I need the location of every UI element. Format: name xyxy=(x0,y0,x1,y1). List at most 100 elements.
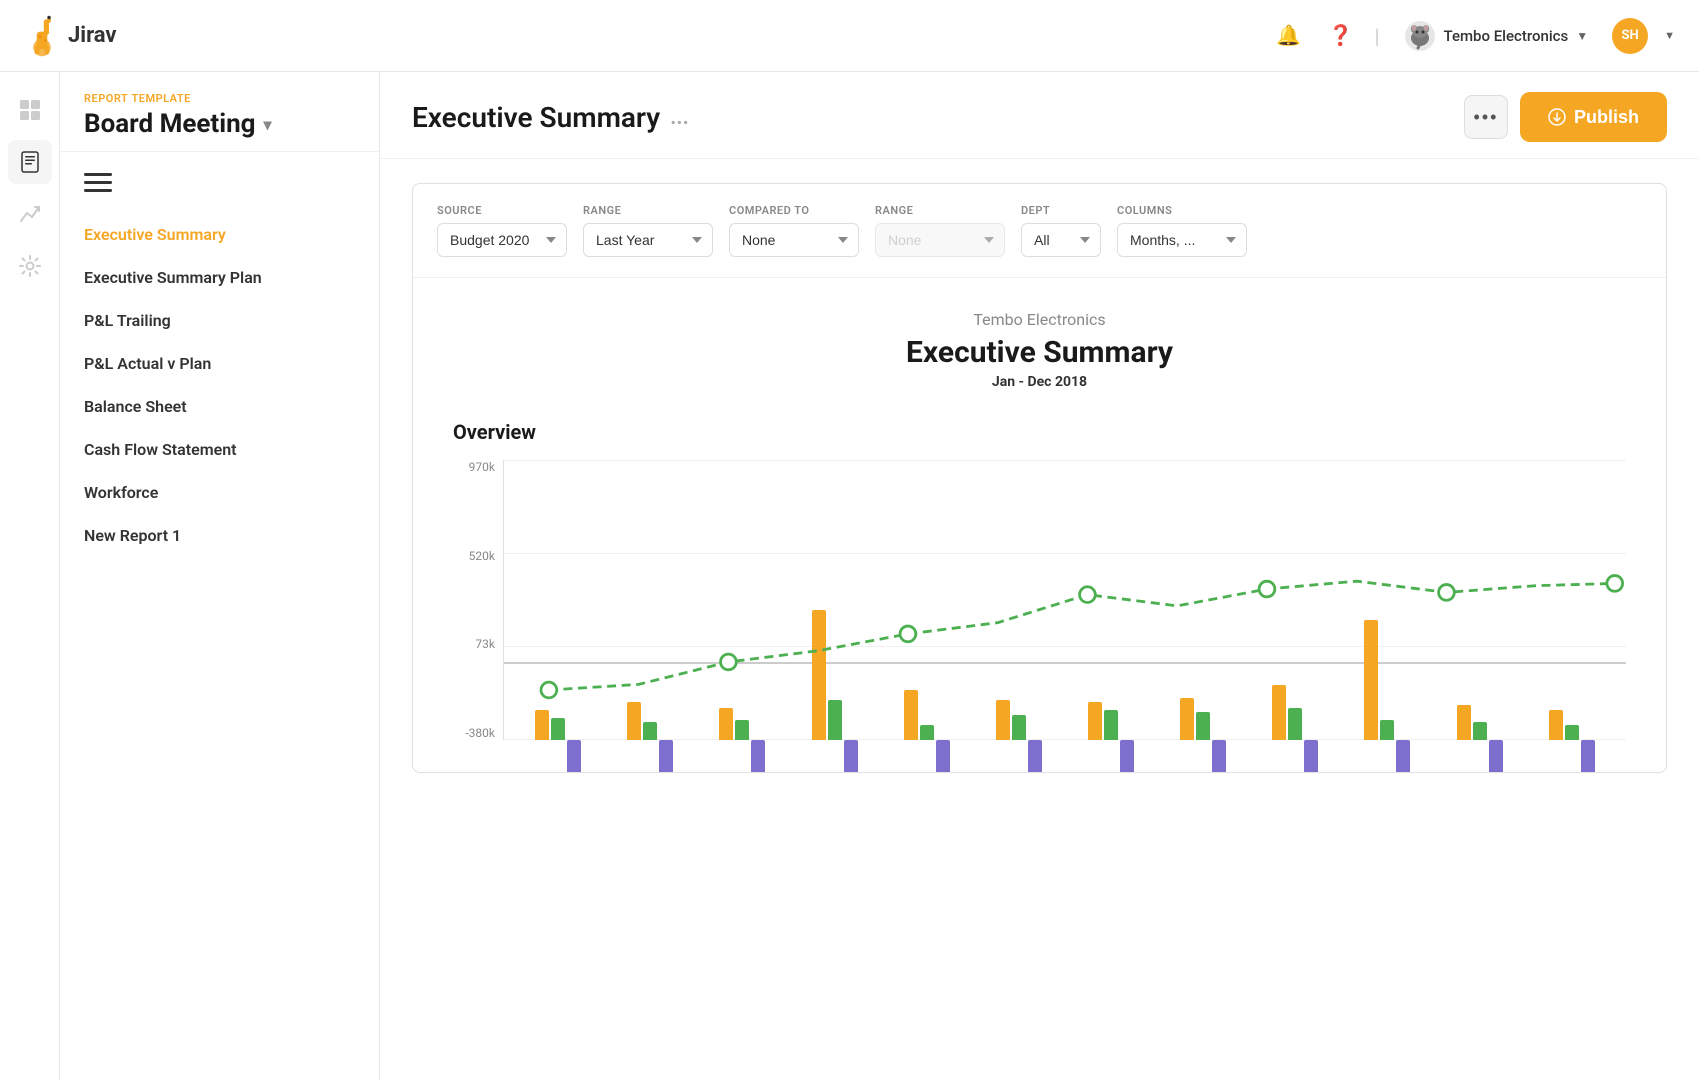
y-label-mid1: 520k xyxy=(469,549,495,563)
bar-group-11 xyxy=(1457,692,1503,740)
content-area: Executive Summary ... ••• Publish xyxy=(380,72,1699,1080)
bar-group-5 xyxy=(904,685,950,740)
source-label: SOURCE xyxy=(437,204,567,217)
header-actions: ••• Publish xyxy=(1464,92,1667,142)
bar-purple-2 xyxy=(659,740,673,773)
bar-orange-2 xyxy=(627,702,641,740)
columns-select[interactable]: Months, ... xyxy=(1117,223,1247,257)
app-logo[interactable]: Jirav xyxy=(24,14,117,58)
range-label: RANGE xyxy=(583,204,713,217)
reports-icon xyxy=(19,151,41,173)
bar-orange-1 xyxy=(535,710,549,740)
filter-bar: SOURCE Budget 2020 RANGE Last Year COMPA… xyxy=(413,184,1666,278)
bar-group-4 xyxy=(812,610,858,740)
publish-button[interactable]: Publish xyxy=(1520,92,1667,142)
nav-item-2[interactable]: P&L Trailing xyxy=(60,299,379,342)
bar-orange-9 xyxy=(1272,685,1286,740)
board-meeting-title: Board Meeting ▾ xyxy=(84,109,355,139)
sidebar-dashboard-button[interactable] xyxy=(8,88,52,132)
bar-orange-12 xyxy=(1549,710,1563,740)
columns-filter-group: COLUMNS Months, ... xyxy=(1117,204,1247,257)
dept-label: DEPT xyxy=(1021,204,1101,217)
bar-orange-10 xyxy=(1364,620,1378,740)
company-chevron-icon: ▼ xyxy=(1576,29,1588,43)
page-title: Executive Summary ... xyxy=(412,101,689,134)
nav-item-6[interactable]: Workforce xyxy=(60,471,379,514)
range-select[interactable]: Last Year xyxy=(583,223,713,257)
bar-green-5 xyxy=(920,725,934,740)
bar-orange-6 xyxy=(996,700,1010,740)
elephant-icon xyxy=(1404,20,1436,52)
help-button[interactable]: ❓ xyxy=(1323,18,1359,54)
bar-orange-4 xyxy=(812,610,826,740)
y-label-bottom: -380k xyxy=(465,726,495,740)
compared-to-filter-group: COMPARED TO None xyxy=(729,204,859,257)
range-filter-group: RANGE Last Year xyxy=(583,204,713,257)
company-selector[interactable]: Tembo Electronics ▼ xyxy=(1396,16,1597,56)
chart-area: Tembo Electronics Executive Summary Jan … xyxy=(413,278,1666,772)
bar-group-12 xyxy=(1549,696,1595,740)
sidebar-reports-button[interactable] xyxy=(8,140,52,184)
bar-group-9 xyxy=(1272,678,1318,740)
hamburger-line-2 xyxy=(84,181,112,184)
compared-to-label: COMPARED TO xyxy=(729,204,859,217)
dept-select[interactable]: All xyxy=(1021,223,1101,257)
compared-to-select[interactable]: None xyxy=(729,223,859,257)
nav-item-3[interactable]: P&L Actual v Plan xyxy=(60,342,379,385)
metrics-icon xyxy=(19,203,41,225)
range2-filter-group: RANGE None xyxy=(875,204,1005,257)
y-label-top: 970k xyxy=(469,460,495,474)
bar-group-6 xyxy=(996,680,1042,740)
bar-green-9 xyxy=(1288,708,1302,740)
bar-purple-9 xyxy=(1304,740,1318,773)
bar-green-12 xyxy=(1565,725,1579,740)
bar-orange-11 xyxy=(1457,705,1471,740)
bar-purple-4 xyxy=(844,740,858,773)
bar-group-1 xyxy=(535,685,581,740)
divider: | xyxy=(1375,24,1380,48)
bar-purple-11 xyxy=(1489,740,1503,773)
bar-orange-7 xyxy=(1088,702,1102,740)
chart-company: Tembo Electronics xyxy=(453,310,1626,329)
bars-area xyxy=(504,460,1626,740)
bar-purple-3 xyxy=(751,740,765,773)
bar-group-3 xyxy=(719,692,765,740)
y-axis: 970k 520k 73k -380k xyxy=(453,460,503,740)
bar-green-2 xyxy=(643,722,657,740)
bar-purple-7 xyxy=(1120,740,1134,773)
nav-item-1[interactable]: Executive Summary Plan xyxy=(60,256,379,299)
settings-icon xyxy=(19,255,41,277)
bar-purple-5 xyxy=(936,740,950,773)
bar-group-2 xyxy=(627,690,673,740)
bar-group-7 xyxy=(1088,680,1134,740)
content-header: Executive Summary ... ••• Publish xyxy=(380,72,1699,159)
user-avatar[interactable]: SH xyxy=(1612,18,1648,54)
bar-orange-5 xyxy=(904,690,918,740)
bar-green-8 xyxy=(1196,712,1210,740)
sidebar-icons xyxy=(0,72,60,1080)
sidebar-metrics-button[interactable] xyxy=(8,192,52,236)
bar-green-1 xyxy=(551,718,565,740)
bar-orange-3 xyxy=(719,708,733,740)
more-options-button[interactable]: ••• xyxy=(1464,95,1508,139)
chart-date: Jan - Dec 2018 xyxy=(453,374,1626,390)
sidebar-settings-button[interactable] xyxy=(8,244,52,288)
left-nav: REPORT TEMPLATE Board Meeting ▾ Executiv… xyxy=(60,72,380,1080)
source-select[interactable]: Budget 2020 xyxy=(437,223,567,257)
nav-item-7[interactable]: New Report 1 xyxy=(60,514,379,557)
bar-green-3 xyxy=(735,720,749,740)
bar-orange-8 xyxy=(1180,698,1194,740)
bar-group-10 xyxy=(1364,620,1410,740)
left-nav-header: REPORT TEMPLATE Board Meeting ▾ xyxy=(60,72,379,152)
hamburger-menu[interactable] xyxy=(60,168,379,197)
hamburger-line-3 xyxy=(84,189,112,192)
board-meeting-dropdown-icon[interactable]: ▾ xyxy=(264,115,272,134)
bar-green-10 xyxy=(1380,720,1394,740)
user-chevron-icon: ▼ xyxy=(1664,29,1675,42)
nav-item-0[interactable]: Executive Summary xyxy=(60,213,379,256)
y-label-mid2: 73k xyxy=(475,637,495,651)
notifications-button[interactable]: 🔔 xyxy=(1271,18,1307,54)
nav-item-5[interactable]: Cash Flow Statement xyxy=(60,428,379,471)
nav-item-4[interactable]: Balance Sheet xyxy=(60,385,379,428)
columns-label: COLUMNS xyxy=(1117,204,1247,217)
